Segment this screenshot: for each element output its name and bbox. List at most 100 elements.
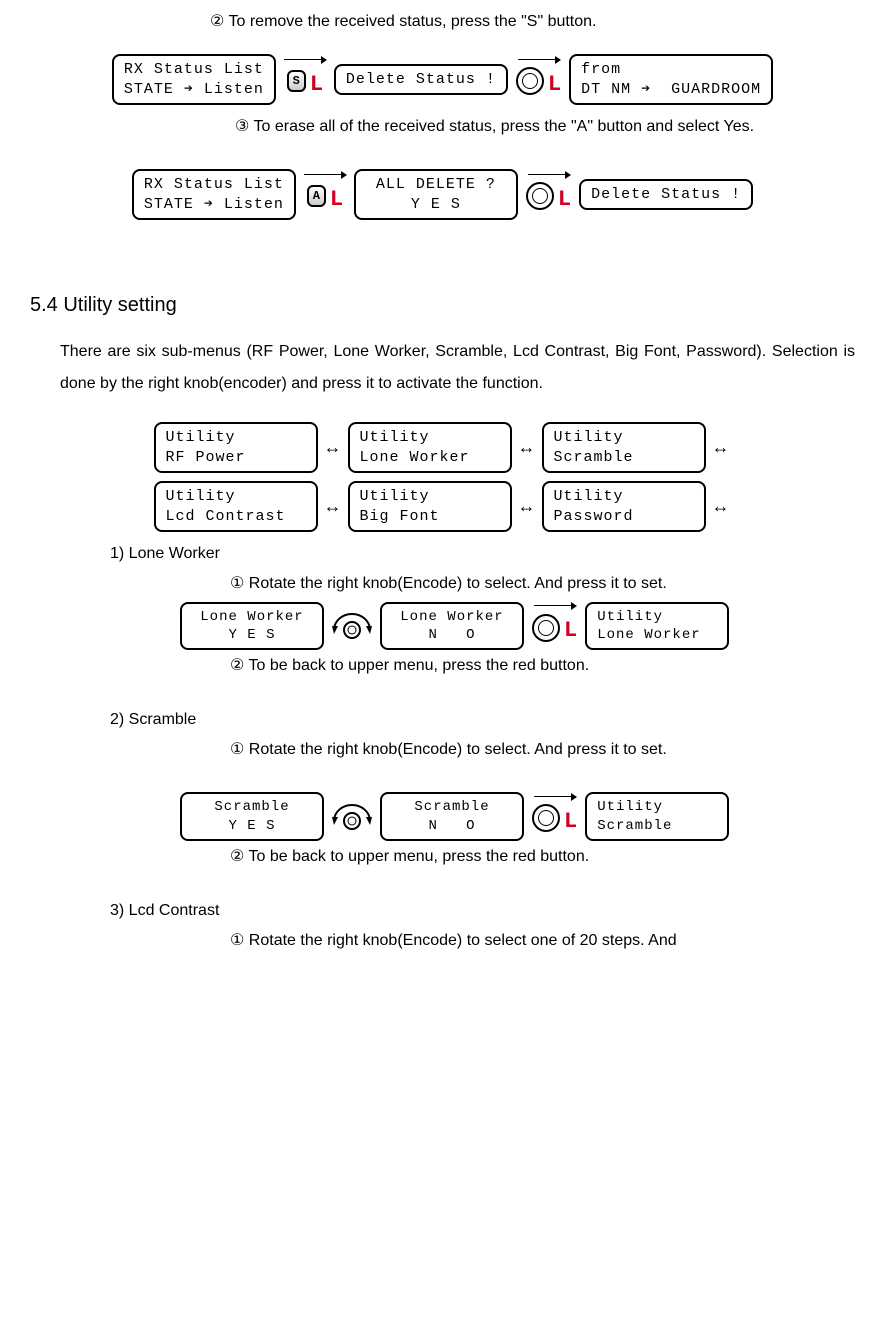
red-l-icon: L bbox=[310, 68, 323, 101]
step-2-content: ② To remove the received status, press t… bbox=[210, 13, 597, 30]
lcd-loneworker-yes: Lone Worker Y E S bbox=[180, 602, 324, 650]
right-arrow-icon bbox=[304, 174, 346, 175]
red-l-icon: L bbox=[564, 614, 577, 647]
lcd-delete-status: Delete Status ! bbox=[334, 64, 508, 96]
red-l-icon: L bbox=[558, 183, 571, 216]
lcd-line2: Big Font bbox=[360, 507, 500, 527]
knob-icon bbox=[516, 67, 544, 95]
lcd-line1: Utility bbox=[597, 798, 717, 816]
transition-s-button: S L bbox=[284, 59, 326, 101]
transition-knob: L bbox=[526, 174, 571, 216]
knob-icon bbox=[526, 182, 554, 210]
lcd-line1: Delete Status ! bbox=[591, 185, 741, 205]
lcd-line2: STATE ➔ Listen bbox=[124, 80, 264, 100]
lcd-line1: Utility bbox=[360, 487, 500, 507]
double-arrow-icon: ↔ bbox=[710, 434, 732, 461]
a-button-icon: A bbox=[307, 185, 326, 207]
lcd-scramble-no: Scramble N O bbox=[380, 792, 524, 840]
item-1-heading: 1) Lone Worker bbox=[110, 542, 855, 566]
lcd-line2: Password bbox=[554, 507, 694, 527]
rotate-knob-icon bbox=[332, 612, 372, 640]
lcd-from-guardroom: from DT NM ➔ GUARDROOM bbox=[569, 54, 773, 105]
lcd-utility-contrast: Utility Lcd Contrast bbox=[154, 481, 318, 532]
transition-knob-back: L bbox=[532, 605, 577, 647]
double-arrow-icon: ↔ bbox=[322, 434, 344, 461]
lcd-line2: N O bbox=[392, 626, 512, 644]
lcd-line1: Scramble bbox=[192, 798, 312, 816]
double-arrow-icon: ↔ bbox=[516, 434, 538, 461]
lcd-line1: Utility bbox=[360, 428, 500, 448]
lcd-utility-loneworker: Utility Lone Worker bbox=[348, 422, 512, 473]
double-arrow-icon: ↔ bbox=[516, 493, 538, 520]
utility-row-2: Utility Lcd Contrast ↔ Utility Big Font … bbox=[154, 481, 732, 532]
section-intro: There are six sub-menus (RF Power, Lone … bbox=[60, 336, 855, 400]
lcd-line1: Utility bbox=[166, 487, 306, 507]
lcd-utility-rfpower: Utility RF Power bbox=[154, 422, 318, 473]
utility-menu-grid: Utility RF Power ↔ Utility Lone Worker ↔… bbox=[30, 422, 855, 532]
figure-row-loneworker: Lone Worker Y E S Lone Worker N O L U bbox=[180, 602, 855, 650]
transition-knob: L bbox=[516, 59, 561, 101]
lcd-line2: Scramble bbox=[554, 448, 694, 468]
lcd-line1: Utility bbox=[554, 428, 694, 448]
section-intro-text: There are six sub-menus (RF Power, Lone … bbox=[60, 343, 855, 392]
item-3-step-1: ① Rotate the right knob(Encode) to selec… bbox=[230, 929, 855, 953]
lcd-line1: Lone Worker bbox=[192, 608, 312, 626]
lcd-line2: N O bbox=[392, 817, 512, 835]
lcd-all-delete: ALL DELETE ? Y E S bbox=[354, 169, 518, 220]
transition-knob-back: L bbox=[532, 796, 577, 838]
lcd-line2: Y E S bbox=[192, 626, 312, 644]
knob-icon bbox=[532, 614, 560, 642]
step-3-content: ③ To erase all of the received status, p… bbox=[235, 118, 754, 135]
lcd-rx-status-list: RX Status List STATE ➔ Listen bbox=[132, 169, 296, 220]
lcd-line1: RX Status List bbox=[144, 175, 284, 195]
item-3-heading: 3) Lcd Contrast bbox=[110, 899, 855, 923]
step-2-text: ② To remove the received status, press t… bbox=[210, 10, 855, 34]
lcd-delete-status: Delete Status ! bbox=[579, 179, 753, 211]
item-1-step-1-text: ① Rotate the right knob(Encode) to selec… bbox=[230, 575, 667, 592]
lcd-line2: Lone Worker bbox=[597, 626, 717, 644]
knob-icon bbox=[532, 804, 560, 832]
item-1-step-1: ① Rotate the right knob(Encode) to selec… bbox=[230, 572, 855, 596]
lcd-utility-scramble: Utility Scramble bbox=[542, 422, 706, 473]
transition-a-button: A L bbox=[304, 174, 346, 216]
lcd-line2: Lone Worker bbox=[360, 448, 500, 468]
right-arrow-icon bbox=[534, 796, 576, 797]
item-2-step-2-text: ② To be back to upper menu, press the re… bbox=[230, 848, 589, 865]
double-arrow-icon: ↔ bbox=[322, 493, 344, 520]
figure-row-erase-all: RX Status List STATE ➔ Listen A L ALL DE… bbox=[30, 169, 855, 220]
right-arrow-icon bbox=[518, 59, 560, 60]
lcd-line2: Scramble bbox=[597, 817, 717, 835]
lcd-utility-bigfont: Utility Big Font bbox=[348, 481, 512, 532]
s-button-icon: S bbox=[287, 70, 306, 92]
right-arrow-icon bbox=[534, 605, 576, 606]
lcd-line1: RX Status List bbox=[124, 60, 264, 80]
red-l-icon: L bbox=[548, 68, 561, 101]
item-2-step-1-text: ① Rotate the right knob(Encode) to selec… bbox=[230, 741, 667, 758]
step-3-text: ③ To erase all of the received status, p… bbox=[235, 115, 855, 139]
rotate-knob-icon bbox=[332, 803, 372, 831]
lcd-line2: DT NM ➔ GUARDROOM bbox=[581, 80, 761, 100]
lcd-line1: Utility bbox=[554, 487, 694, 507]
red-l-icon: L bbox=[564, 805, 577, 838]
lcd-loneworker-no: Lone Worker N O bbox=[380, 602, 524, 650]
lcd-line2: Y E S bbox=[366, 195, 506, 215]
lcd-line2: STATE ➔ Listen bbox=[144, 195, 284, 215]
figure-row-scramble: Scramble Y E S Scramble N O L Utility bbox=[180, 792, 855, 840]
item-1-step-2: ② To be back to upper menu, press the re… bbox=[230, 654, 855, 678]
item-2-heading-text: 2) Scramble bbox=[110, 711, 196, 728]
lcd-utility-loneworker-small: Utility Lone Worker bbox=[585, 602, 729, 650]
item-1-step-2-text: ② To be back to upper menu, press the re… bbox=[230, 657, 589, 674]
figure-row-remove-status: RX Status List STATE ➔ Listen S L Delete… bbox=[30, 54, 855, 105]
lcd-line2: Lcd Contrast bbox=[166, 507, 306, 527]
double-arrow-icon: ↔ bbox=[710, 493, 732, 520]
item-2-heading: 2) Scramble bbox=[110, 708, 855, 732]
lcd-line1: Lone Worker bbox=[392, 608, 512, 626]
lcd-line2: RF Power bbox=[166, 448, 306, 468]
lcd-utility-password: Utility Password bbox=[542, 481, 706, 532]
red-l-icon: L bbox=[330, 183, 343, 216]
right-arrow-icon bbox=[528, 174, 570, 175]
lcd-line1: from bbox=[581, 60, 761, 80]
lcd-line1: Delete Status ! bbox=[346, 70, 496, 90]
right-arrow-icon bbox=[284, 59, 326, 60]
lcd-line1: Utility bbox=[166, 428, 306, 448]
